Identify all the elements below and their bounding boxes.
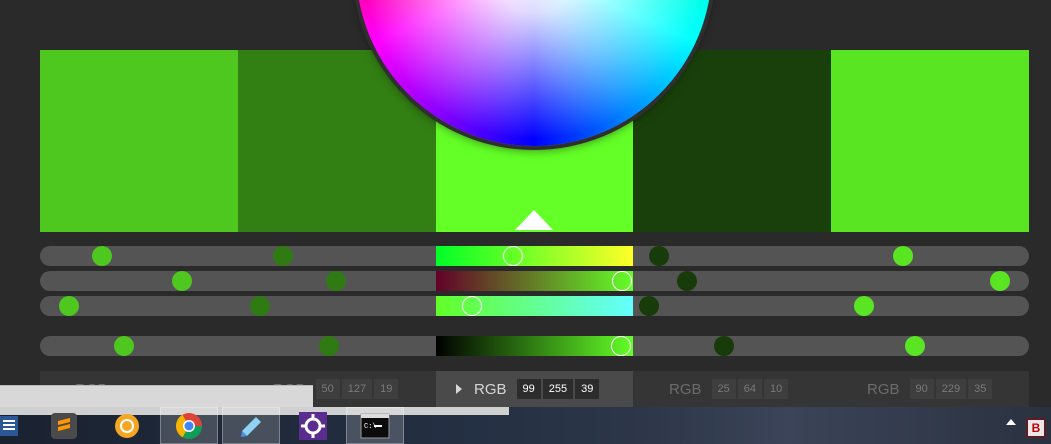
active-slider-4-gradient [436, 336, 633, 356]
label-value[interactable]: 39 [575, 379, 600, 399]
slider-2-knob-1[interactable] [172, 271, 192, 291]
slider-row-3[interactable] [40, 296, 1029, 316]
label-value[interactable]: 229 [935, 379, 967, 399]
label-value[interactable]: 50 [315, 379, 340, 399]
b-app-letter: B [1031, 421, 1041, 435]
slider-3-knob-5[interactable] [854, 296, 874, 316]
active-label-group: RGB 99 255 39 [436, 371, 633, 407]
label-value[interactable]: 90 [909, 379, 934, 399]
document-app-icon[interactable] [0, 407, 38, 444]
label-mode[interactable]: RGB [474, 381, 507, 398]
slider-4-knob-2[interactable] [319, 336, 339, 356]
b-app-icon[interactable]: B [1027, 419, 1045, 437]
slider-3-knob-2[interactable] [250, 296, 270, 316]
slider-3-knob-1[interactable] [59, 296, 79, 316]
active-slider-1-gradient [436, 246, 633, 266]
settings-gear-icon[interactable] [284, 407, 342, 444]
slider-4-knob-5[interactable] [905, 336, 925, 356]
label-group-4: RGB 25 64 10 [669, 371, 789, 407]
label-value[interactable]: 64 [737, 379, 763, 399]
expand-arrow-icon[interactable] [456, 384, 462, 394]
label-group-5: RGB 90 229 35 [867, 371, 993, 407]
chrome-icon[interactable] [160, 407, 218, 444]
swatch-5[interactable] [831, 50, 1029, 232]
slider-4-knob-4[interactable] [714, 336, 734, 356]
label-value[interactable]: 25 [711, 379, 736, 399]
slider-4-knob-1[interactable] [114, 336, 134, 356]
active-swatch-pointer-icon [515, 210, 553, 230]
slider-2-knob-2[interactable] [326, 271, 346, 291]
slider-3-knob-active[interactable] [462, 296, 482, 316]
label-value[interactable]: 10 [764, 379, 789, 399]
circle-app-icon[interactable] [98, 407, 156, 444]
slider-1-knob-4[interactable] [649, 246, 669, 266]
label-value[interactable]: 127 [341, 379, 373, 399]
slider-row-1[interactable] [40, 246, 1029, 266]
slider-3-knob-4[interactable] [639, 296, 659, 316]
swatch-1[interactable] [40, 50, 238, 232]
slider-1-knob-2[interactable] [273, 246, 293, 266]
slider-row-4[interactable] [40, 336, 1029, 356]
label-value[interactable]: 255 [542, 379, 574, 399]
label-value[interactable]: 99 [516, 379, 541, 399]
label-value[interactable]: 19 [374, 379, 399, 399]
label-value[interactable]: 35 [968, 379, 993, 399]
slider-4-knob-active[interactable] [611, 336, 631, 356]
active-slider-2-gradient [436, 271, 633, 291]
slider-2-knob-4[interactable] [677, 271, 697, 291]
slider-1-knob-active[interactable] [503, 246, 523, 266]
label-mode[interactable]: RGB [669, 381, 702, 398]
slider-1-knob-1[interactable] [92, 246, 112, 266]
sublime-text-icon[interactable] [35, 407, 93, 444]
notepad-icon[interactable] [222, 407, 280, 444]
slider-1-knob-5[interactable] [893, 246, 913, 266]
terminal-icon[interactable]: C:\ [346, 407, 404, 444]
up-arrow-icon[interactable] [1006, 419, 1016, 425]
label-group-3: RGB 99 255 39 [436, 371, 600, 407]
slider-2-knob-5[interactable] [990, 271, 1010, 291]
slider-row-2[interactable] [40, 271, 1029, 291]
label-mode[interactable]: RGB [867, 381, 900, 398]
slider-2-knob-active[interactable] [612, 271, 632, 291]
